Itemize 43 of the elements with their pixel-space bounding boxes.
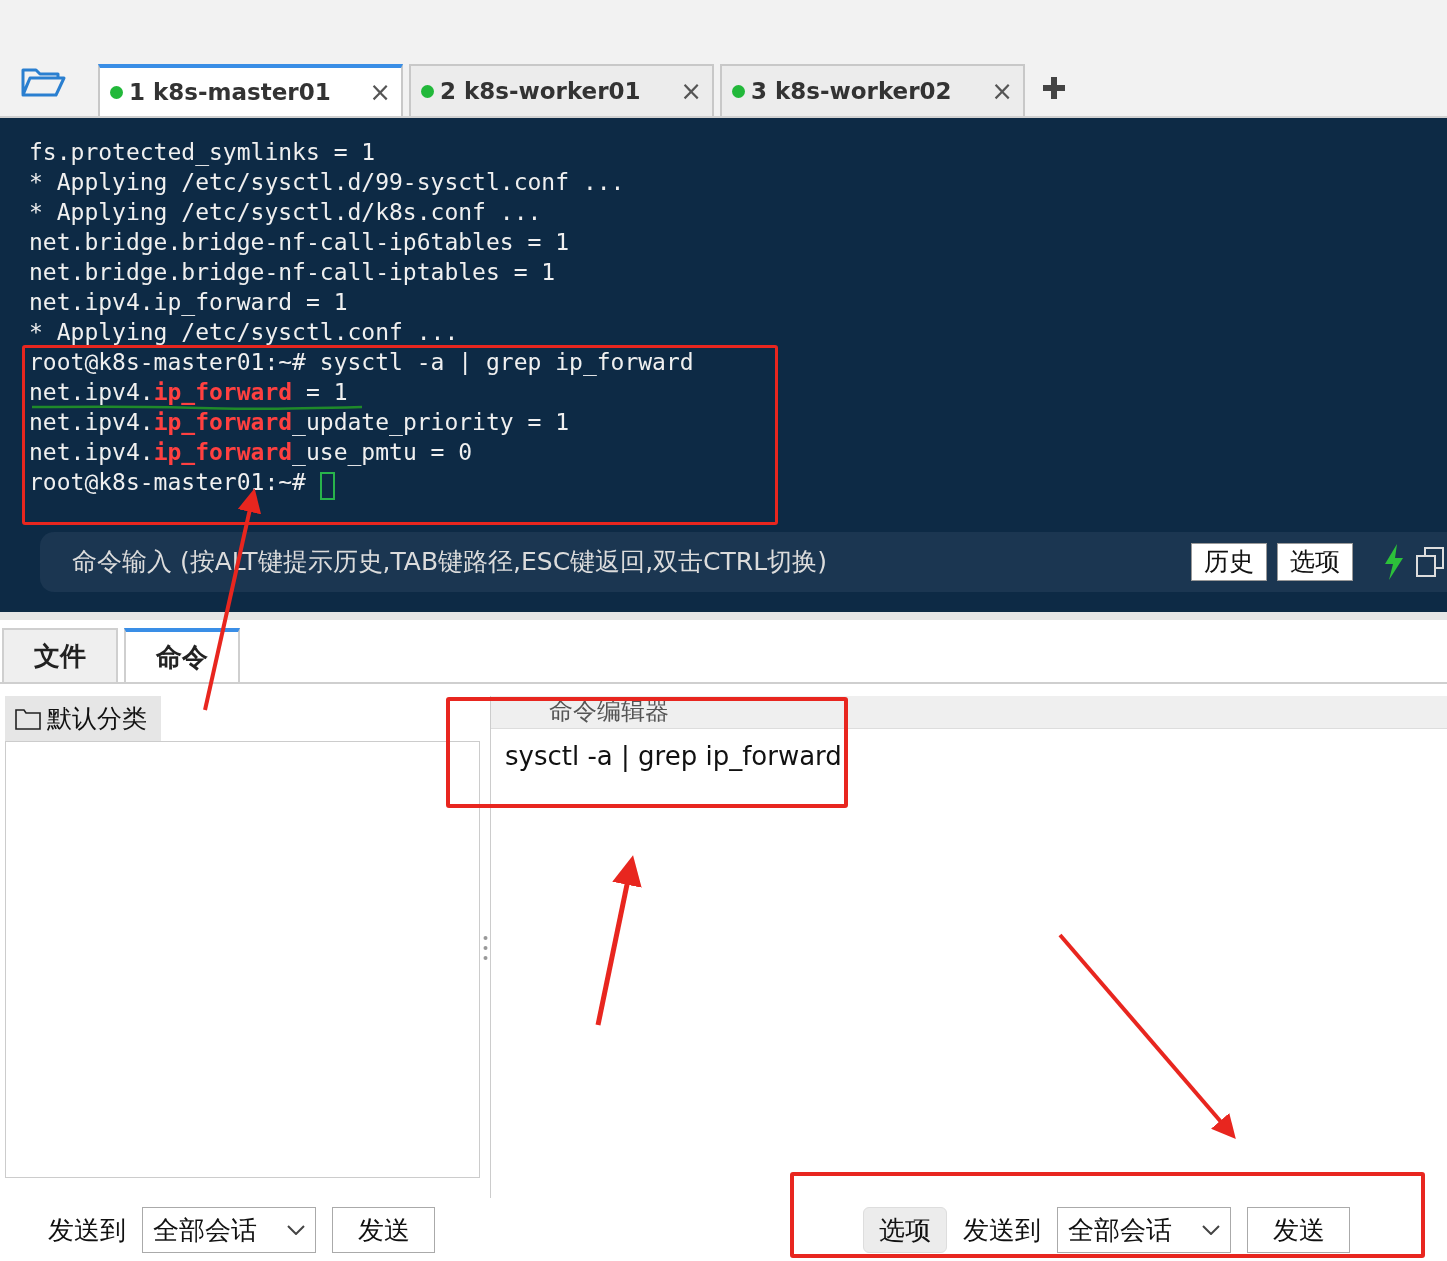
send-button[interactable]: 发送 xyxy=(1247,1207,1350,1253)
terminal-line: net.ipv4.ip_forward = 1 xyxy=(29,289,348,315)
terminal-line: * Applying /etc/sysctl.d/k8s.conf ... xyxy=(29,199,542,225)
terminal-line: root@k8s-master01:~# xyxy=(29,469,307,495)
send-button[interactable]: 发送 xyxy=(332,1207,435,1253)
session-tab[interactable]: 1 k8s-master01 × xyxy=(98,64,403,116)
terminal-line: net.bridge.bridge-nf-call-iptables = 1 xyxy=(29,259,556,285)
caret-icon xyxy=(287,1225,305,1235)
folder-icon xyxy=(15,707,41,730)
command-editor-field[interactable]: sysctl -a | grep ip_forward xyxy=(491,728,1447,1198)
terminal-line: * Applying /etc/sysctl.d/99-sysctl.conf ... xyxy=(29,169,625,195)
terminal-line: net.ipv4.ip_forward = 1 xyxy=(29,379,348,405)
session-tab[interactable]: 2 k8s-worker01 × xyxy=(409,64,714,116)
tab-label: 3 k8s-worker02 xyxy=(751,76,952,106)
tab-label: 2 k8s-worker01 xyxy=(440,76,641,106)
close-icon[interactable]: × xyxy=(991,71,1013,111)
terminal-line: net.bridge.bridge-nf-call-ip6tables = 1 xyxy=(29,229,570,255)
toolbar-button[interactable]: 历史 xyxy=(1191,543,1267,581)
splitter-handle-icon[interactable] xyxy=(482,935,488,961)
close-icon[interactable]: × xyxy=(369,72,391,112)
select-value: 全部会话 xyxy=(153,1213,257,1247)
terminal-line: * Applying /etc/sysctl.conf ... xyxy=(29,319,459,345)
options-button[interactable]: 选项 xyxy=(863,1207,947,1253)
terminal-line: net.ipv4.ip_forward_use_pmtu = 0 xyxy=(29,439,473,465)
close-icon[interactable]: × xyxy=(680,71,702,111)
category-label: 默认分类 xyxy=(47,702,147,735)
panel-tab[interactable]: 文件 xyxy=(2,628,118,682)
target-select[interactable]: 全部会话 xyxy=(142,1207,316,1253)
toolbar-button[interactable]: 选项 xyxy=(1277,543,1353,581)
select-value: 全部会话 xyxy=(1068,1213,1172,1247)
terminal-line: root@k8s-master01:~# sysctl -a | grep ip_forward xyxy=(29,349,694,375)
terminal-line: net.ipv4.ip_forward_update_priority = 1 xyxy=(29,409,570,435)
send-to-label: 发送到 xyxy=(963,1213,1041,1247)
terminal-line: fs.protected_symlinks = 1 xyxy=(29,139,376,165)
panel-tab[interactable]: 命令 xyxy=(124,628,240,682)
tab-label: 1 k8s-master01 xyxy=(129,77,331,107)
copy-icon[interactable] xyxy=(1415,546,1447,578)
lightning-icon[interactable] xyxy=(1383,544,1405,580)
send-to-label: 发送到 xyxy=(48,1213,126,1247)
session-tab[interactable]: 3 k8s-worker02 × xyxy=(720,64,1025,116)
caret-icon xyxy=(1202,1225,1220,1235)
category-item[interactable]: 默认分类 xyxy=(5,696,161,741)
target-select[interactable]: 全部会话 xyxy=(1057,1207,1231,1253)
